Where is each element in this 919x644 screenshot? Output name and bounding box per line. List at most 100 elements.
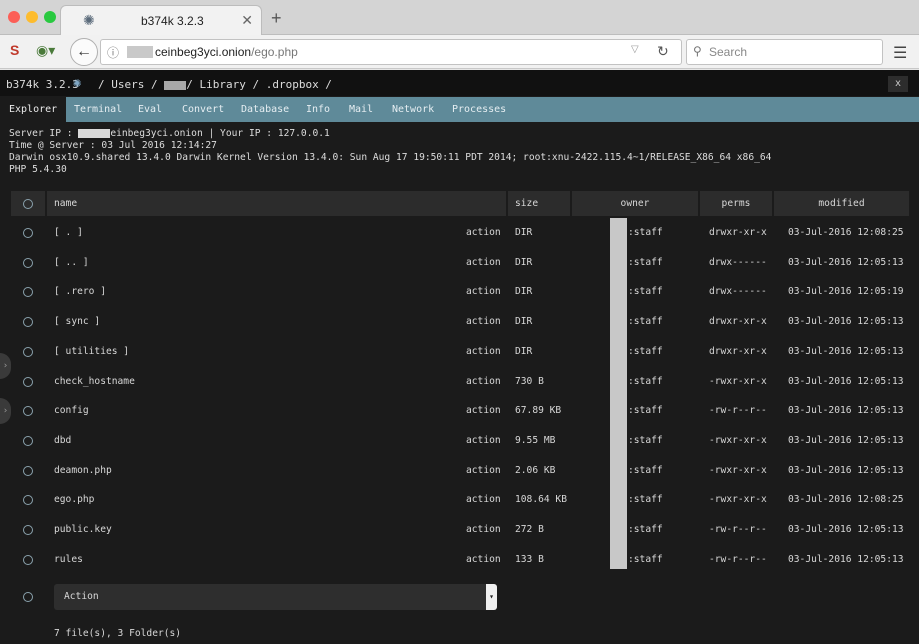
row-radio[interactable] <box>23 317 33 328</box>
table-row[interactable]: check_hostname action 730 B:staff -rwxr-xr-… <box>11 367 911 396</box>
file-name[interactable]: [ sync ] <box>54 307 100 336</box>
action-link[interactable]: action <box>466 337 501 366</box>
tab-terminal[interactable]: Terminal <box>74 97 122 122</box>
action-link[interactable]: action <box>466 218 501 247</box>
row-radio[interactable] <box>23 495 33 506</box>
tab-mail[interactable]: Mail <box>349 97 373 122</box>
file-perms: -rwxr-xr-x <box>709 434 767 446</box>
table-row[interactable]: [ utilities ] action DIR:staff drwxr-xr-x 03… <box>11 337 911 366</box>
close-window-button[interactable] <box>8 11 20 23</box>
file-name[interactable]: dbd <box>54 426 71 455</box>
close-button[interactable]: x <box>888 76 908 92</box>
action-select[interactable]: Action ▾ <box>54 584 497 610</box>
action-link[interactable]: action <box>466 426 501 455</box>
row-radio[interactable] <box>23 406 33 417</box>
modified-header[interactable]: modified <box>774 191 909 216</box>
file-perms: drwxr-xr-x <box>709 227 767 238</box>
breadcrumb-suffix[interactable]: / Library / .dropbox / <box>186 78 332 91</box>
row-radio[interactable] <box>23 554 33 565</box>
chevron-down-icon: ▾ <box>486 584 497 610</box>
size-header[interactable]: size <box>508 191 570 216</box>
back-button[interactable]: ← <box>70 38 98 66</box>
minimize-window-button[interactable] <box>26 11 38 23</box>
bug-logo-icon: ✺ <box>73 75 82 91</box>
action-link[interactable]: action <box>466 307 501 336</box>
row-radio[interactable] <box>23 257 33 268</box>
action-row-radio[interactable] <box>23 592 33 602</box>
tab-database[interactable]: Database <box>241 97 289 122</box>
file-owner: :staff <box>628 345 663 357</box>
file-perms: -rw-r--r-- <box>709 553 767 565</box>
owner-header[interactable]: owner <box>572 191 698 216</box>
row-radio[interactable] <box>23 465 33 476</box>
side-arrow-left[interactable]: › <box>0 353 11 379</box>
table-row[interactable]: ego.php action 108.64 KB:staff -rwxr-xr-x 03… <box>11 485 911 514</box>
row-radio[interactable] <box>23 376 33 387</box>
server-ip-host: einbeg3yci.onion <box>110 128 203 139</box>
action-link[interactable]: action <box>466 248 501 277</box>
tab-bar: ✺ b374k 3.2.3 ✕ + <box>0 0 919 36</box>
table-row[interactable]: public.key action 272 B:staff -rw-r--r-- 03-… <box>11 515 911 544</box>
file-name[interactable]: [ utilities ] <box>54 337 129 366</box>
file-name[interactable]: deamon.php <box>54 456 112 485</box>
tab-network[interactable]: Network <box>392 97 434 122</box>
table-row[interactable]: config action 67.89 KB:staff -rw-r--r-- 03-J… <box>11 396 911 425</box>
main-menu: Explorer Terminal Eval Convert Database … <box>0 97 919 122</box>
tab-processes[interactable]: Processes <box>452 97 506 122</box>
file-name[interactable]: [ .. ] <box>54 248 89 277</box>
row-radio[interactable] <box>23 435 33 446</box>
table-row[interactable]: rules action 133 B:staff -rw-r--r-- 03-Jul-2… <box>11 545 911 574</box>
file-owner: :staff <box>628 434 663 446</box>
action-link[interactable]: action <box>466 485 501 514</box>
action-link[interactable]: action <box>466 456 501 485</box>
table-row[interactable]: [ sync ] action DIR:staff drwxr-xr-x 03-Jul-… <box>11 307 911 336</box>
action-link[interactable]: action <box>466 277 501 306</box>
tab-info[interactable]: Info <box>306 97 330 122</box>
table-row[interactable]: [ . ] action DIR:staff drwxr-xr-x 03-Jul-201… <box>11 218 911 247</box>
file-name[interactable]: check_hostname <box>54 367 135 396</box>
file-name[interactable]: ego.php <box>54 485 94 514</box>
extension-s-icon[interactable]: S <box>10 42 19 58</box>
url-text: ceinbeg3yci.onion/ego.php <box>155 45 298 59</box>
table-row[interactable]: [ .. ] action DIR:staff drwx------ 03-Jul-20… <box>11 248 911 277</box>
search-input[interactable]: ⚲ Search <box>686 39 883 65</box>
reload-icon[interactable]: ↻ <box>657 43 669 60</box>
perms-header[interactable]: perms <box>700 191 772 216</box>
tab-convert[interactable]: Convert <box>182 97 224 122</box>
action-link[interactable]: action <box>466 545 501 574</box>
url-bar[interactable]: ⓘ ceinbeg3yci.onion/ego.php ▽ ↻ <box>100 39 682 65</box>
table-row[interactable]: dbd action 9.55 MB:staff -rwxr-xr-x 03-Jul-2… <box>11 426 911 455</box>
row-radio[interactable] <box>23 346 33 357</box>
select-all-radio[interactable] <box>23 199 33 209</box>
file-name[interactable]: [ . ] <box>54 218 83 247</box>
row-radio[interactable] <box>23 228 33 238</box>
hamburger-menu-icon[interactable]: ☰ <box>893 43 907 63</box>
tab-eval[interactable]: Eval <box>138 97 162 122</box>
file-name[interactable]: public.key <box>54 515 112 544</box>
onion-icon[interactable]: ◉▾ <box>36 42 55 59</box>
browser-tab[interactable]: ✺ b374k 3.2.3 ✕ <box>60 5 262 36</box>
file-name[interactable]: rules <box>54 545 83 574</box>
bug-favicon-icon: ✺ <box>83 12 95 28</box>
action-link[interactable]: action <box>466 396 501 425</box>
file-size: DIR <box>515 256 533 268</box>
zoom-window-button[interactable] <box>44 11 56 23</box>
side-arrow-left-2[interactable]: › <box>0 398 11 424</box>
tab-close-icon[interactable]: ✕ <box>241 12 253 29</box>
name-header[interactable]: name <box>47 191 506 216</box>
table-row[interactable]: [ .rero ] action DIR:staff drwx------ 03-Jul… <box>11 277 911 306</box>
url-dropdown-icon[interactable]: ▽ <box>631 44 639 55</box>
row-radio[interactable] <box>23 287 33 298</box>
action-link[interactable]: action <box>466 515 501 544</box>
table-row[interactable]: deamon.php action 2.06 KB:staff -rwxr-xr-x 0… <box>11 456 911 485</box>
row-radio[interactable] <box>23 525 33 535</box>
file-name[interactable]: [ .rero ] <box>54 277 106 306</box>
server-ip-label: Server IP : <box>9 128 79 139</box>
tab-explorer[interactable]: Explorer <box>0 97 67 122</box>
file-size: 272 B <box>515 524 544 535</box>
action-link[interactable]: action <box>466 367 501 396</box>
info-icon[interactable]: ⓘ <box>107 44 119 61</box>
file-name[interactable]: config <box>54 396 89 425</box>
new-tab-button[interactable]: + <box>271 8 282 29</box>
breadcrumb-prefix[interactable]: / Users / <box>98 78 158 91</box>
